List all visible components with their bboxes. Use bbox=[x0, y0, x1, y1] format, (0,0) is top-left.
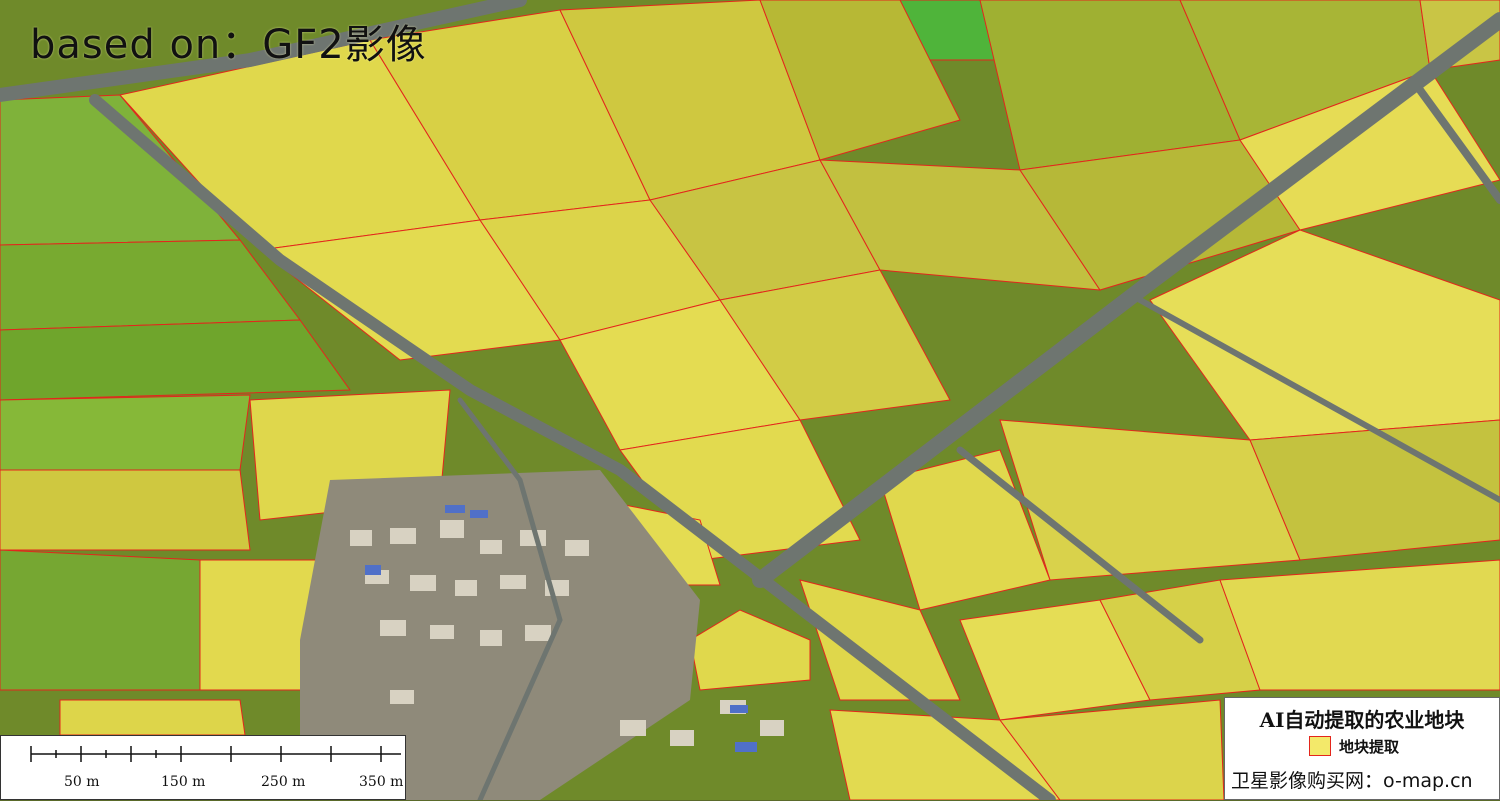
scale-bar-graphic bbox=[30, 746, 401, 762]
satellite-map[interactable] bbox=[0, 0, 1500, 800]
scale-label-350: 350 m bbox=[359, 774, 404, 790]
field-parcel bbox=[1219, 559, 1500, 691]
scale-label-50: 50 m bbox=[64, 774, 100, 790]
green-field bbox=[0, 394, 251, 471]
map-canvas bbox=[0, 0, 1500, 800]
legend-title: AI自动提取的农业地块 bbox=[1259, 708, 1465, 732]
green-field bbox=[0, 549, 201, 691]
scale-label-250: 250 m bbox=[261, 774, 306, 790]
imagery-source-title: based on：GF2影像 bbox=[30, 22, 427, 68]
legend-label-field-parcel: 地块提取 bbox=[1339, 738, 1400, 756]
scale-label-150: 150 m bbox=[161, 774, 206, 790]
legend-swatch-field-parcel bbox=[1309, 736, 1331, 756]
image-purchase-source: 卫星影像购买网：o-map.cn bbox=[1231, 770, 1473, 792]
field-parcel bbox=[59, 699, 246, 736]
map-legend: AI自动提取的农业地块 地块提取 卫星影像购买网：o-map.cn bbox=[1224, 697, 1500, 800]
scale-bar: 50 m 150 m 250 m 350 m bbox=[0, 735, 406, 800]
field-parcel bbox=[0, 469, 251, 551]
green-field bbox=[0, 319, 351, 401]
